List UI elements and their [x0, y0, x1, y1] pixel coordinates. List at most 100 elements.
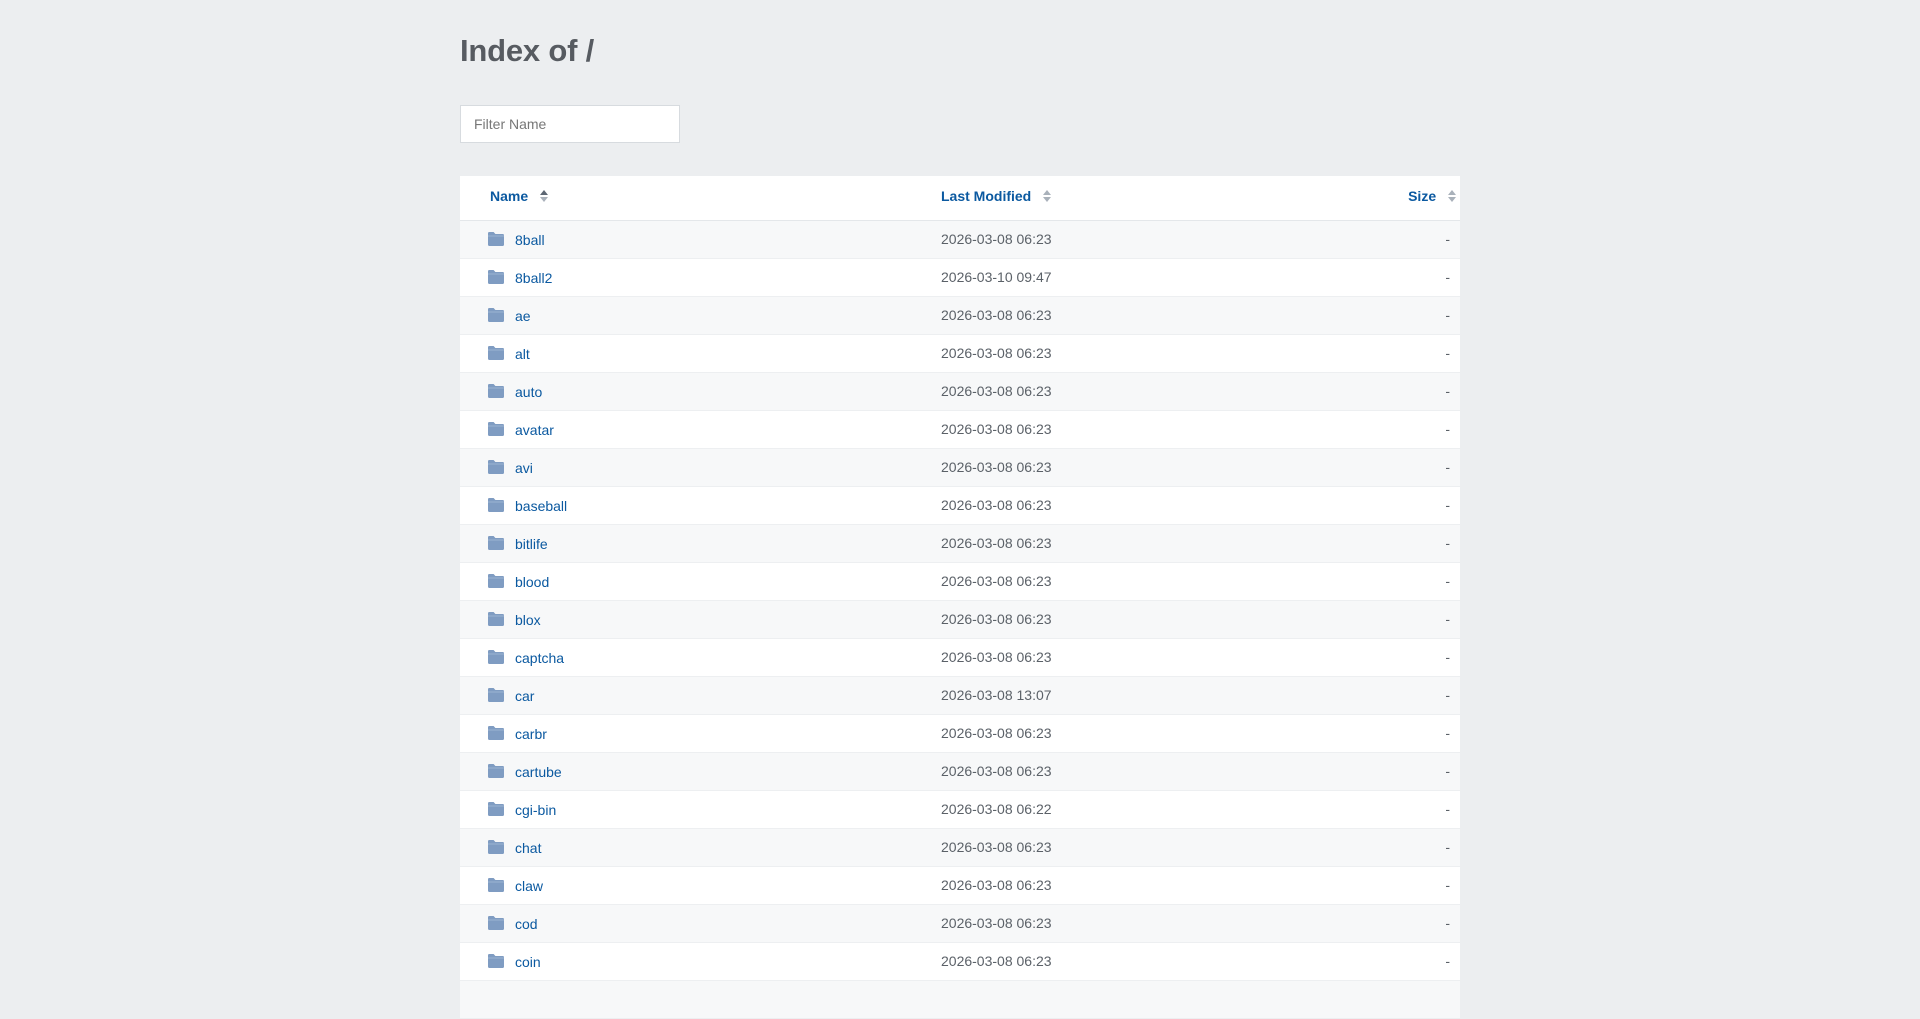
folder-link[interactable]: 8ball2: [515, 259, 552, 297]
folder-link[interactable]: avatar: [515, 411, 554, 449]
last-modified-value: 2026-03-08 06:23: [941, 611, 1052, 627]
last-modified-value: 2026-03-08 06:23: [941, 953, 1052, 969]
last-modified-value: 2026-03-10 09:47: [941, 269, 1052, 285]
last-modified-value: 2026-03-08 06:23: [941, 421, 1052, 437]
table-row: 8ball2 2026-03-10 09:47 -: [460, 259, 1460, 297]
size-value: -: [1445, 915, 1450, 931]
size-value: -: [1445, 497, 1450, 513]
size-value: -: [1445, 611, 1450, 627]
last-modified-value: 2026-03-08 06:23: [941, 839, 1052, 855]
table-row: bitlife 2026-03-08 06:23 -: [460, 525, 1460, 563]
folder-icon: [488, 308, 504, 322]
folder-link[interactable]: blox: [515, 601, 541, 639]
folder-link[interactable]: avi: [515, 449, 533, 487]
table-row: carbr 2026-03-08 06:23 -: [460, 715, 1460, 753]
folder-icon: [488, 498, 504, 512]
page-title: Index of /: [460, 33, 595, 68]
sort-by-last-modified-header[interactable]: Last Modified: [941, 176, 1052, 220]
last-modified-value: 2026-03-08 06:23: [941, 535, 1052, 551]
sort-arrows-icon: [1043, 190, 1052, 203]
table-row: baseball 2026-03-08 06:23 -: [460, 487, 1460, 525]
table-row: auto 2026-03-08 06:23 -: [460, 373, 1460, 411]
table-row: ae 2026-03-08 06:23 -: [460, 297, 1460, 335]
size-value: -: [1445, 535, 1450, 551]
folder-icon: [488, 574, 504, 588]
size-value: -: [1445, 307, 1450, 323]
last-modified-value: 2026-03-08 13:07: [941, 687, 1052, 703]
last-modified-value: 2026-03-08 06:23: [941, 763, 1052, 779]
last-modified-value: 2026-03-08 06:23: [941, 573, 1052, 589]
size-value: -: [1445, 725, 1450, 741]
size-value: -: [1445, 877, 1450, 893]
sort-by-name-header[interactable]: Name: [490, 176, 549, 220]
folder-link[interactable]: cod: [515, 905, 538, 943]
folder-icon: [488, 536, 504, 550]
folder-link[interactable]: baseball: [515, 487, 567, 525]
folder-link[interactable]: cartube: [515, 753, 562, 791]
folder-icon: [488, 916, 504, 930]
folder-link[interactable]: alt: [515, 335, 530, 373]
table-row: blox 2026-03-08 06:23 -: [460, 601, 1460, 639]
size-value: -: [1445, 383, 1450, 399]
table-row: avatar 2026-03-08 06:23 -: [460, 411, 1460, 449]
folder-link[interactable]: auto: [515, 373, 542, 411]
sort-arrows-icon: [1448, 190, 1456, 203]
last-modified-value: 2026-03-08 06:23: [941, 459, 1052, 475]
table-row: blood 2026-03-08 06:23 -: [460, 563, 1460, 601]
table-row: cartube 2026-03-08 06:23 -: [460, 753, 1460, 791]
table-row: car 2026-03-08 13:07 -: [460, 677, 1460, 715]
size-value: -: [1445, 763, 1450, 779]
last-modified-value: 2026-03-08 06:23: [941, 649, 1052, 665]
folder-link[interactable]: chat: [515, 829, 541, 867]
folder-icon: [488, 270, 504, 284]
table-row-partial: [460, 981, 1460, 1019]
folder-link[interactable]: ae: [515, 297, 531, 335]
folder-link[interactable]: coin: [515, 943, 541, 981]
last-modified-value: 2026-03-08 06:23: [941, 383, 1052, 399]
size-value: -: [1445, 269, 1450, 285]
folder-icon: [488, 612, 504, 626]
table-row: avi 2026-03-08 06:23 -: [460, 449, 1460, 487]
last-modified-value: 2026-03-08 06:23: [941, 915, 1052, 931]
last-modified-value: 2026-03-08 06:22: [941, 801, 1052, 817]
filter-name-input[interactable]: [460, 105, 680, 143]
last-modified-value: 2026-03-08 06:23: [941, 497, 1052, 513]
sort-by-size-header[interactable]: Size: [1408, 176, 1456, 220]
folder-icon: [488, 802, 504, 816]
size-value: -: [1445, 649, 1450, 665]
folder-link[interactable]: bitlife: [515, 525, 548, 563]
folder-icon: [488, 840, 504, 854]
last-modified-value: 2026-03-08 06:23: [941, 877, 1052, 893]
folder-icon: [488, 346, 504, 360]
folder-icon: [488, 650, 504, 664]
folder-icon: [488, 688, 504, 702]
folder-icon: [488, 764, 504, 778]
table-row: coin 2026-03-08 06:23 -: [460, 943, 1460, 981]
folder-link[interactable]: claw: [515, 867, 543, 905]
folder-link[interactable]: 8ball: [515, 221, 545, 259]
table-row: alt 2026-03-08 06:23 -: [460, 335, 1460, 373]
folder-link[interactable]: blood: [515, 563, 549, 601]
table-row: captcha 2026-03-08 06:23 -: [460, 639, 1460, 677]
folder-link[interactable]: captcha: [515, 639, 564, 677]
directory-table: Name Last Modified Size 8ball 2026-03-08…: [460, 176, 1460, 1019]
table-row: 8ball 2026-03-08 06:23 -: [460, 221, 1460, 259]
folder-icon: [488, 460, 504, 474]
folder-icon: [488, 422, 504, 436]
table-row: claw 2026-03-08 06:23 -: [460, 867, 1460, 905]
folder-link[interactable]: car: [515, 677, 534, 715]
last-modified-header-label: Last Modified: [941, 188, 1032, 204]
last-modified-value: 2026-03-08 06:23: [941, 231, 1052, 247]
last-modified-value: 2026-03-08 06:23: [941, 725, 1052, 741]
table-row: chat 2026-03-08 06:23 -: [460, 829, 1460, 867]
table-row: cod 2026-03-08 06:23 -: [460, 905, 1460, 943]
folder-icon: [488, 878, 504, 892]
sort-arrows-icon: [540, 190, 549, 203]
table-body: 8ball 2026-03-08 06:23 - 8ball2 2026-03-…: [460, 221, 1460, 1019]
folder-icon: [488, 954, 504, 968]
size-value: -: [1445, 459, 1450, 475]
folder-icon: [488, 384, 504, 398]
folder-link[interactable]: cgi-bin: [515, 791, 556, 829]
folder-link[interactable]: carbr: [515, 715, 547, 753]
last-modified-value: 2026-03-08 06:23: [941, 345, 1052, 361]
